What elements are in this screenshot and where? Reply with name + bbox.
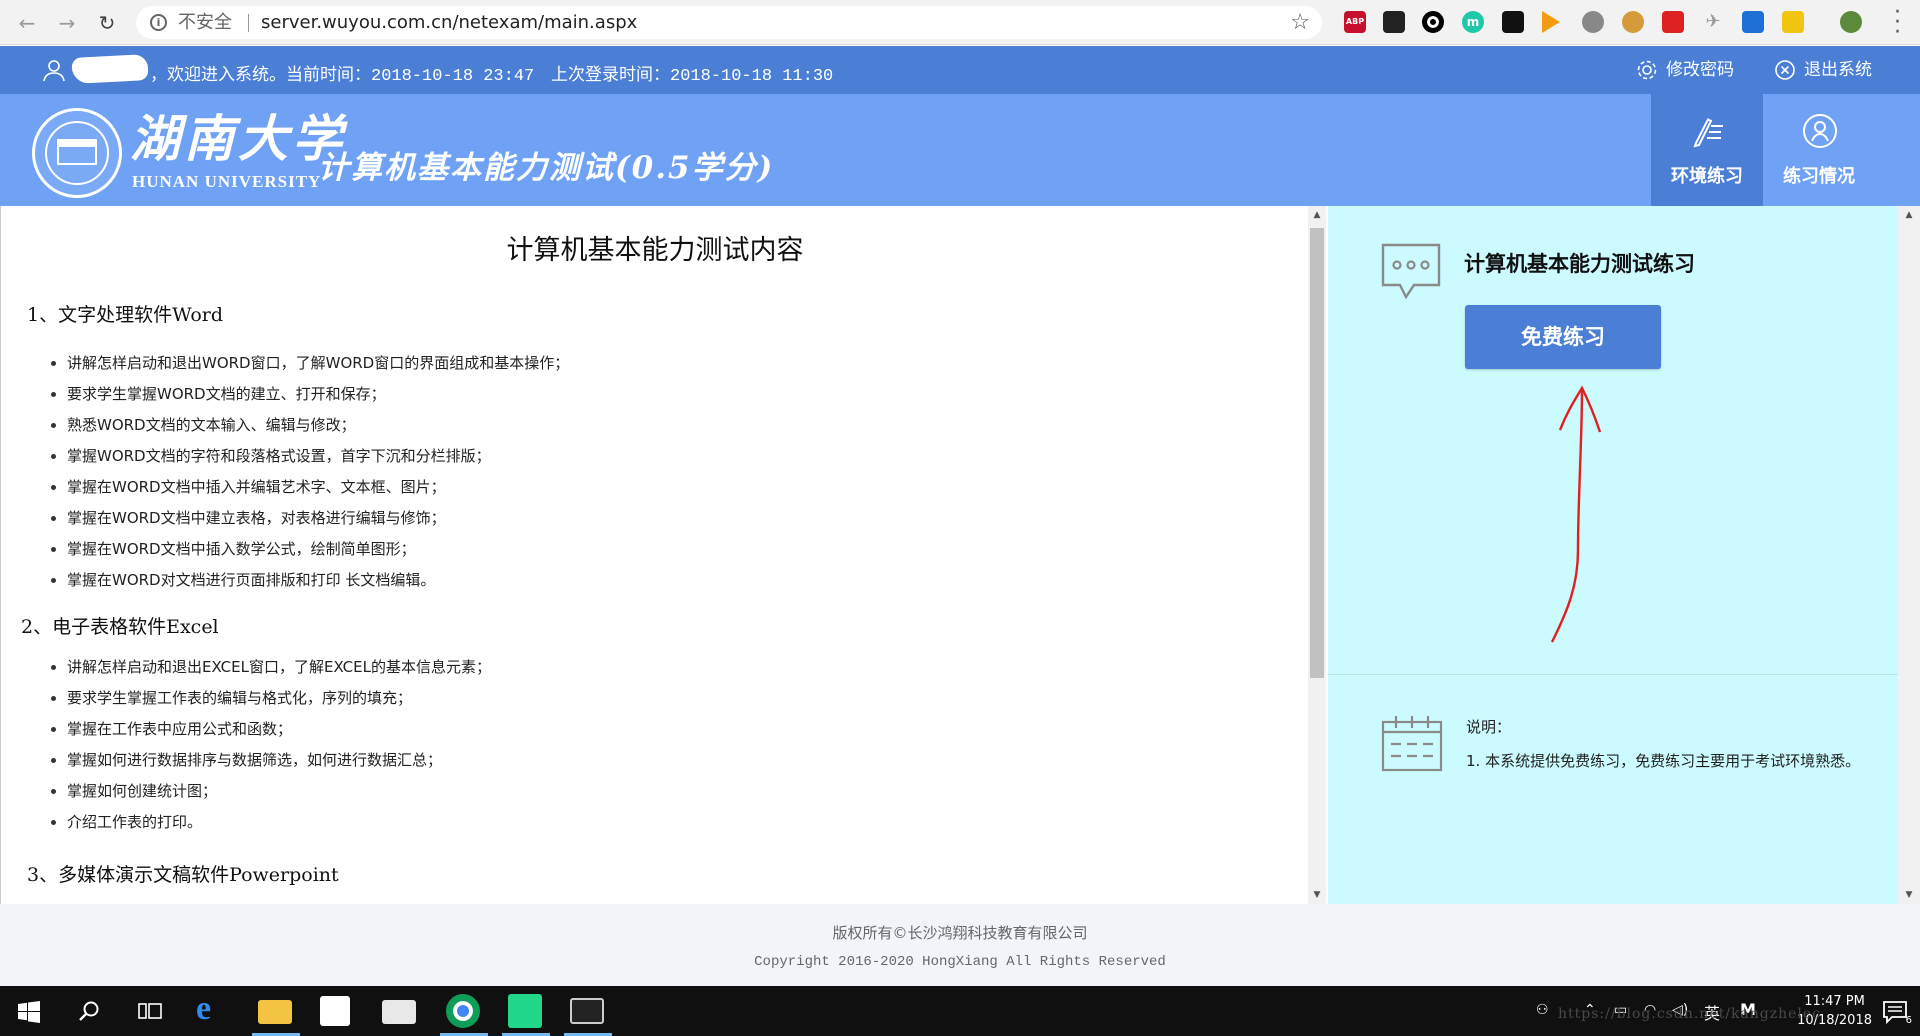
security-label[interactable]: 不安全	[178, 6, 232, 39]
list-item: 掌握WORD文档的字符和段落格式设置，首字下沉和分栏排版；	[50, 441, 569, 472]
change-password-label: 修改密码	[1666, 60, 1734, 80]
list-item: 掌握如何进行数据排序与数据筛选，如何进行数据汇总；	[51, 745, 491, 776]
list-item: 掌握在WORD文档中插入并编辑艺术字、文本框、图片；	[50, 472, 569, 503]
gear-icon	[1637, 60, 1657, 80]
extension-m-icon[interactable]: m	[1462, 11, 1484, 33]
profile-avatar-icon[interactable]	[1840, 11, 1862, 33]
task-view-icon[interactable]	[138, 1000, 162, 1022]
content-pane: 计算机基本能力测试内容 1、文字处理软件Word 讲解怎样启动和退出WORD窗口…	[0, 206, 1308, 904]
page-footer: 版权所有©长沙鸿翔科技教育有限公司 Copyright 2016-2020 Ho…	[0, 904, 1920, 986]
practice-title: 计算机基本能力测试练习	[1464, 252, 1695, 276]
list-item: 要求学生掌握工作表的编辑与格式化，序列的填充；	[51, 683, 491, 714]
user-icon	[43, 60, 65, 82]
section-heading: 1、文字处理软件Word	[27, 304, 224, 326]
system-title: 计算机基本能力测试(0.5学分)	[318, 150, 775, 186]
note-text: 1. 本系统提供免费练习，免费练习主要用于考试环境熟悉。	[1466, 752, 1861, 770]
page-scrollbar[interactable]: ▲ ▼	[1898, 206, 1920, 904]
reload-icon[interactable]: ↻	[94, 10, 120, 36]
pen-list-icon	[1693, 118, 1723, 148]
bookmark-star-icon[interactable]: ☆	[1290, 6, 1310, 39]
list-item: 掌握如何创建统计图；	[51, 776, 491, 807]
note-label: 说明：	[1466, 718, 1512, 736]
section-list-word: 讲解怎样启动和退出WORD窗口，了解WORD窗口的界面组成和基本操作； 要求学生…	[50, 348, 569, 596]
tab-practice-status[interactable]: 练习情况	[1763, 94, 1875, 206]
address-bar[interactable]: i 不安全 server.wuyou.com.cn/netexam/main.a…	[136, 6, 1322, 39]
list-item: 掌握在WORD对文档进行页面排版和打印 长文档编辑。	[50, 565, 569, 596]
extension-red-icon[interactable]	[1662, 11, 1684, 33]
file-explorer-icon[interactable]	[258, 1000, 292, 1024]
scroll-down-icon[interactable]: ▼	[1308, 890, 1326, 900]
url-separator	[248, 14, 249, 32]
list-item: 熟悉WORD文档的文本输入、编辑与修改；	[50, 410, 569, 441]
content-title: 计算机基本能力测试内容	[506, 235, 804, 266]
scroll-thumb[interactable]	[1310, 228, 1324, 678]
section-heading: 2、电子表格软件Excel	[21, 616, 219, 638]
university-name-en: HUNAN UNIVERSITY	[132, 172, 322, 191]
list-item: 掌握在工作表中应用公式和函数；	[51, 714, 491, 745]
list-item: 掌握在WORD文档中建立表格，对表格进行编辑与修饰；	[50, 503, 569, 534]
logout-label: 退出系统	[1804, 60, 1872, 80]
store-icon[interactable]	[320, 996, 350, 1026]
extension-mask-icon[interactable]	[1383, 11, 1405, 33]
mail-icon[interactable]	[382, 1000, 416, 1024]
welcome-text: ，欢迎进入系统。当前时间：2018-10-18 23:47	[150, 67, 535, 86]
extension-circle-icon[interactable]	[1422, 11, 1444, 33]
list-item: 讲解怎样启动和退出EXCEL窗口，了解EXCEL的基本信息元素；	[51, 652, 491, 683]
people-icon[interactable]: ⚇	[1536, 1002, 1549, 1018]
last-login-text: 上次登录时间：2018-10-18 11:30	[551, 67, 834, 86]
back-icon[interactable]: ←	[14, 10, 40, 36]
list-item: 掌握在WORD文档中插入数学公式，绘制简单图形；	[50, 534, 569, 565]
chat-bubble-icon	[1381, 243, 1441, 300]
extension-cookie-icon[interactable]	[1622, 11, 1644, 33]
extension-soccer-icon[interactable]	[1582, 11, 1604, 33]
extension-blue-icon[interactable]	[1742, 11, 1764, 33]
section-heading: 3、多媒体演示文稿软件Powerpoint	[27, 864, 339, 886]
terminal-icon[interactable]	[570, 998, 604, 1024]
scroll-up-icon[interactable]: ▲	[1898, 210, 1920, 220]
change-password-button[interactable]: 修改密码	[1636, 58, 1734, 82]
copyright-en: Copyright 2016-2020 HongXiang All Rights…	[754, 954, 1166, 970]
pycharm-icon[interactable]	[508, 994, 542, 1028]
section-list-excel: 讲解怎样启动和退出EXCEL窗口，了解EXCEL的基本信息元素； 要求学生掌握工…	[51, 652, 491, 838]
forward-icon[interactable]: →	[54, 10, 80, 36]
scroll-down-icon[interactable]: ▼	[1898, 890, 1920, 900]
redacted-username	[71, 54, 149, 84]
red-arrow-annotation	[1550, 385, 1602, 643]
extension-plane-icon[interactable]: ✈	[1702, 11, 1724, 33]
tab-label: 环境练习	[1671, 166, 1743, 187]
tab-label: 练习情况	[1783, 166, 1855, 187]
practice-panel: 计算机基本能力测试练习 免费练习 说明： 1. 本系统提供免费练习，免费练习主要…	[1328, 206, 1898, 904]
extension-play-icon[interactable]	[1542, 11, 1560, 33]
chrome-icon[interactable]	[446, 994, 480, 1028]
extension-dark-icon[interactable]	[1502, 11, 1524, 33]
browser-menu-icon[interactable]: · · ·	[1894, 2, 1902, 44]
panel-divider	[1328, 674, 1898, 675]
list-item: 介绍工作表的打印。	[51, 807, 491, 838]
tab-environment-practice[interactable]: 环境练习	[1651, 94, 1763, 206]
logout-button[interactable]: 退出系统	[1774, 58, 1872, 82]
list-item: 讲解怎样启动和退出WORD窗口，了解WORD窗口的界面组成和基本操作；	[50, 348, 569, 379]
calendar-icon	[1381, 716, 1443, 772]
system-topbar: ，欢迎进入系统。当前时间：2018-10-18 23:47 上次登录时间：201…	[0, 46, 1920, 94]
university-seal-logo	[32, 108, 122, 198]
info-icon[interactable]: i	[150, 14, 167, 31]
free-practice-button[interactable]: 免费练习	[1465, 305, 1661, 369]
content-scrollbar[interactable]: ▲ ▼	[1308, 206, 1326, 904]
notification-count: 6	[1905, 1015, 1912, 1026]
scroll-up-icon[interactable]: ▲	[1308, 210, 1326, 220]
list-item: 要求学生掌握WORD文档的建立、打开和保存；	[50, 379, 569, 410]
csdn-watermark: https://blog.csdn.net/kangzhelec	[1558, 1006, 1822, 1022]
close-circle-icon	[1775, 60, 1795, 80]
browser-toolbar: ← → ↻ i 不安全 server.wuyou.com.cn/netexam/…	[0, 0, 1920, 45]
notification-icon[interactable]	[1882, 999, 1908, 1025]
copyright-cn: 版权所有©长沙鸿翔科技教育有限公司	[832, 924, 1088, 942]
url-text[interactable]: server.wuyou.com.cn/netexam/main.aspx	[261, 6, 637, 39]
edge-browser-icon[interactable]: e	[196, 992, 230, 1028]
university-name-cn: 湖南大学	[130, 109, 346, 168]
search-icon[interactable]	[78, 1000, 100, 1022]
extension-yellow-icon[interactable]	[1782, 11, 1804, 33]
windows-start-icon[interactable]	[18, 1001, 40, 1023]
adblock-icon[interactable]: ABP	[1344, 11, 1366, 33]
user-circle-icon	[1803, 114, 1837, 148]
